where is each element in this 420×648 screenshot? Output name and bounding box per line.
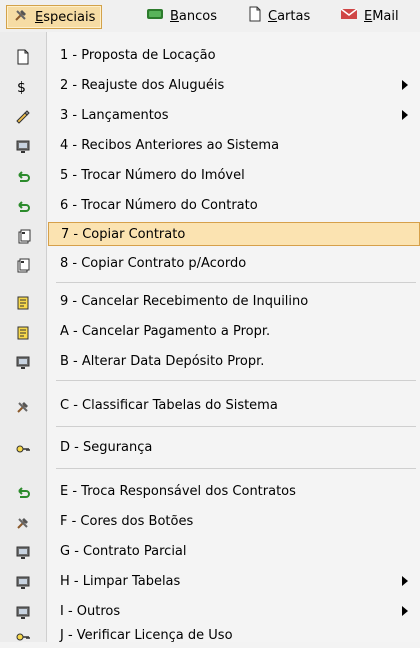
menu-item-label: 1 - Proposta de Locação <box>60 48 216 63</box>
menu-item-h[interactable]: H - Limpar Tabelas <box>0 570 420 594</box>
green-arrow-icon <box>14 198 32 216</box>
menu-item-label: 3 - Lançamentos <box>60 108 169 123</box>
menubar-item-cartas[interactable]: Cartas <box>242 5 316 27</box>
monitor-icon <box>14 354 32 372</box>
menu-item-6[interactable]: 6 - Trocar Número do Contrato <box>0 194 420 218</box>
menubar-label: Especiais <box>35 9 96 25</box>
svg-text:$: $ <box>17 80 26 95</box>
menu-item-4[interactable]: 4 - Recibos Anteriores ao Sistema <box>0 134 420 158</box>
hammer-tools-icon <box>14 514 32 532</box>
menu-item-label: 7 - Copiar Contrato <box>61 227 186 242</box>
key-icon <box>14 440 32 458</box>
menu-separator <box>56 426 416 427</box>
menu-item-g[interactable]: G - Contrato Parcial <box>0 540 420 564</box>
monitor-icon <box>14 604 32 622</box>
menu-item-label: A - Cancelar Pagamento a Propr. <box>60 324 271 339</box>
menu-separator <box>56 282 416 283</box>
menu-item-label: J - Verificar Licença de Uso <box>60 628 233 643</box>
menu-item-label: D - Segurança <box>60 440 153 455</box>
menu-item-f[interactable]: F - Cores dos Botões <box>0 510 420 534</box>
menubar-label: Bancos <box>170 8 218 24</box>
menubar-label: Cartas <box>268 8 311 24</box>
email-icon <box>340 6 358 26</box>
hammer-tools-icon <box>13 7 29 27</box>
menu-item-e[interactable]: E - Troca Responsável dos Contratos <box>0 480 420 504</box>
menu-item-label: 9 - Cancelar Recebimento de Inquilino <box>60 294 309 309</box>
menu-item-label: G - Contrato Parcial <box>60 544 187 559</box>
copy-icon <box>14 256 32 274</box>
submenu-arrow-icon <box>402 606 408 616</box>
document-icon <box>14 48 32 66</box>
menu-item-label: 8 - Copiar Contrato p/Acordo <box>60 256 247 271</box>
menu-item-label: I - Outros <box>60 604 121 619</box>
menu-item-1[interactable]: 1 - Proposta de Locação <box>0 44 420 68</box>
menu-item-label: E - Troca Responsável dos Contratos <box>60 484 296 499</box>
bank-icon <box>146 6 164 26</box>
menu-item-d[interactable]: D - Segurança <box>0 436 420 460</box>
monitor-icon <box>14 544 32 562</box>
menubar-label: EMail <box>364 8 399 24</box>
menu-item-7-selected[interactable]: 7 - Copiar Contrato <box>18 222 420 246</box>
menu-item-8[interactable]: 8 - Copiar Contrato p/Acordo <box>0 252 420 276</box>
menu-item-label: F - Cores dos Botões <box>60 514 194 529</box>
menubar-item-especiais[interactable]: Especiais <box>6 5 103 29</box>
hammer-tools-icon <box>14 398 32 416</box>
cancel-receipt-icon <box>14 294 32 312</box>
menu-item-j[interactable]: J - Verificar Licença de Uso <box>0 624 420 648</box>
monitor-icon <box>14 574 32 592</box>
copy-icon <box>15 227 33 245</box>
money-icon: $ <box>14 78 32 96</box>
key-icon <box>14 628 32 646</box>
menubar-item-bancos[interactable]: Bancos <box>140 5 223 27</box>
menubar: Especiais Bancos Cartas EMail <box>0 0 420 33</box>
cancel-payment-icon <box>14 324 32 342</box>
pencil-icon <box>14 108 32 126</box>
menu-item-b[interactable]: B - Alterar Data Depósito Propr. <box>0 350 420 374</box>
submenu-arrow-icon <box>402 576 408 586</box>
monitor-icon <box>14 138 32 156</box>
submenu-arrow-icon <box>402 110 408 120</box>
menu-item-label: 5 - Trocar Número do Imóvel <box>60 168 245 183</box>
menu-item-label: 4 - Recibos Anteriores ao Sistema <box>60 138 280 153</box>
menu-item-9[interactable]: 9 - Cancelar Recebimento de Inquilino <box>0 290 420 314</box>
document-icon <box>248 6 262 26</box>
menu-separator <box>56 468 416 469</box>
menu-item-label: 2 - Reajuste dos Aluguéis <box>60 78 225 93</box>
menu-item-a[interactable]: A - Cancelar Pagamento a Propr. <box>0 320 420 344</box>
menu-item-label: C - Classificar Tabelas do Sistema <box>60 398 278 413</box>
menu-item-label: B - Alterar Data Depósito Propr. <box>60 354 265 369</box>
menu-item-i[interactable]: I - Outros <box>0 600 420 624</box>
menu-separator <box>56 380 416 381</box>
submenu-arrow-icon <box>402 80 408 90</box>
menu-item-5[interactable]: 5 - Trocar Número do Imóvel <box>0 164 420 188</box>
green-arrow-icon <box>14 168 32 186</box>
especiais-dropdown-menu: 1 - Proposta de Locação $ 2 - Reajuste d… <box>0 32 420 643</box>
menu-item-label: H - Limpar Tabelas <box>60 574 181 589</box>
menu-item-c[interactable]: C - Classificar Tabelas do Sistema <box>0 394 420 418</box>
menu-item-2[interactable]: $ 2 - Reajuste dos Aluguéis <box>0 74 420 98</box>
menubar-item-email[interactable]: EMail <box>334 5 405 27</box>
menu-item-3[interactable]: 3 - Lançamentos <box>0 104 420 128</box>
menu-item-label: 6 - Trocar Número do Contrato <box>60 198 258 213</box>
green-arrow-icon <box>14 484 32 502</box>
